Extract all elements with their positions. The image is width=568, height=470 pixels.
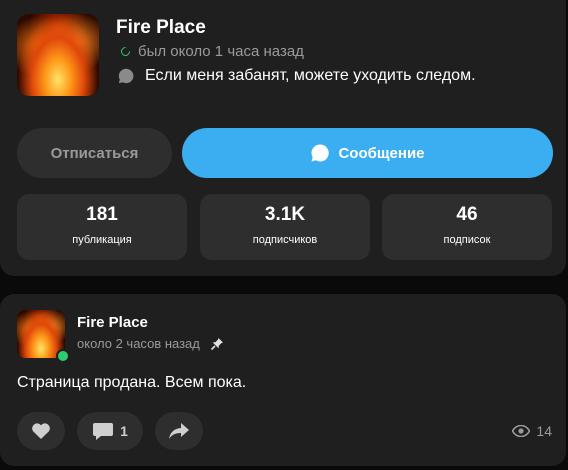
views-counter: 14 xyxy=(512,423,552,439)
stat-posts-label: публикация xyxy=(72,234,132,246)
share-button[interactable] xyxy=(155,412,203,450)
stat-posts-value: 181 xyxy=(86,204,118,225)
speech-bubble-icon xyxy=(311,144,330,162)
heart-icon xyxy=(32,423,50,439)
speech-bubble-icon xyxy=(118,68,134,84)
stat-followers-label: подписчиков xyxy=(252,234,318,246)
profile-card: Fire Place был около 1 часа назад Если м… xyxy=(0,0,566,276)
comments-button[interactable]: 1 xyxy=(77,412,143,450)
post-time: около 2 часов назад xyxy=(77,336,224,351)
profile-bio: Если меня забанят, можете уходить следом… xyxy=(117,67,476,85)
like-button[interactable] xyxy=(17,412,65,450)
eye-icon xyxy=(512,425,531,437)
views-count: 14 xyxy=(536,423,552,439)
stat-followers-value: 3.1K xyxy=(264,204,306,225)
post-author-name[interactable]: Fire Place xyxy=(77,314,148,331)
profile-status-text: был около 1 часа назад xyxy=(138,43,304,60)
message-button[interactable]: Сообщение xyxy=(182,128,553,178)
comments-count: 1 xyxy=(120,423,128,439)
stat-followers[interactable]: 3.1K подписчиков xyxy=(200,194,370,260)
unsubscribe-button[interactable]: Отписаться xyxy=(17,128,172,178)
post-text: Страница продана. Всем пока. xyxy=(17,374,247,391)
stat-following[interactable]: 46 подписок xyxy=(382,194,552,260)
online-status-icon xyxy=(56,349,70,363)
online-status-icon xyxy=(119,45,132,58)
profile-name: Fire Place xyxy=(116,17,206,38)
share-icon xyxy=(169,423,189,439)
stat-posts[interactable]: 181 публикация xyxy=(17,194,187,260)
message-label: Сообщение xyxy=(338,144,425,162)
profile-avatar[interactable] xyxy=(17,14,99,96)
post-card: Fire Place около 2 часов назад Страница … xyxy=(0,294,566,466)
profile-bio-text: Если меня забанят, можете уходить следом… xyxy=(145,67,476,84)
pin-icon xyxy=(210,337,223,350)
post-time-text: около 2 часов назад xyxy=(77,336,200,351)
stat-following-label: подписок xyxy=(443,234,491,246)
unsubscribe-label: Отписаться xyxy=(50,144,139,162)
comment-icon xyxy=(93,423,114,440)
profile-status: был около 1 часа назад xyxy=(119,43,304,60)
stat-following-value: 46 xyxy=(456,204,478,225)
